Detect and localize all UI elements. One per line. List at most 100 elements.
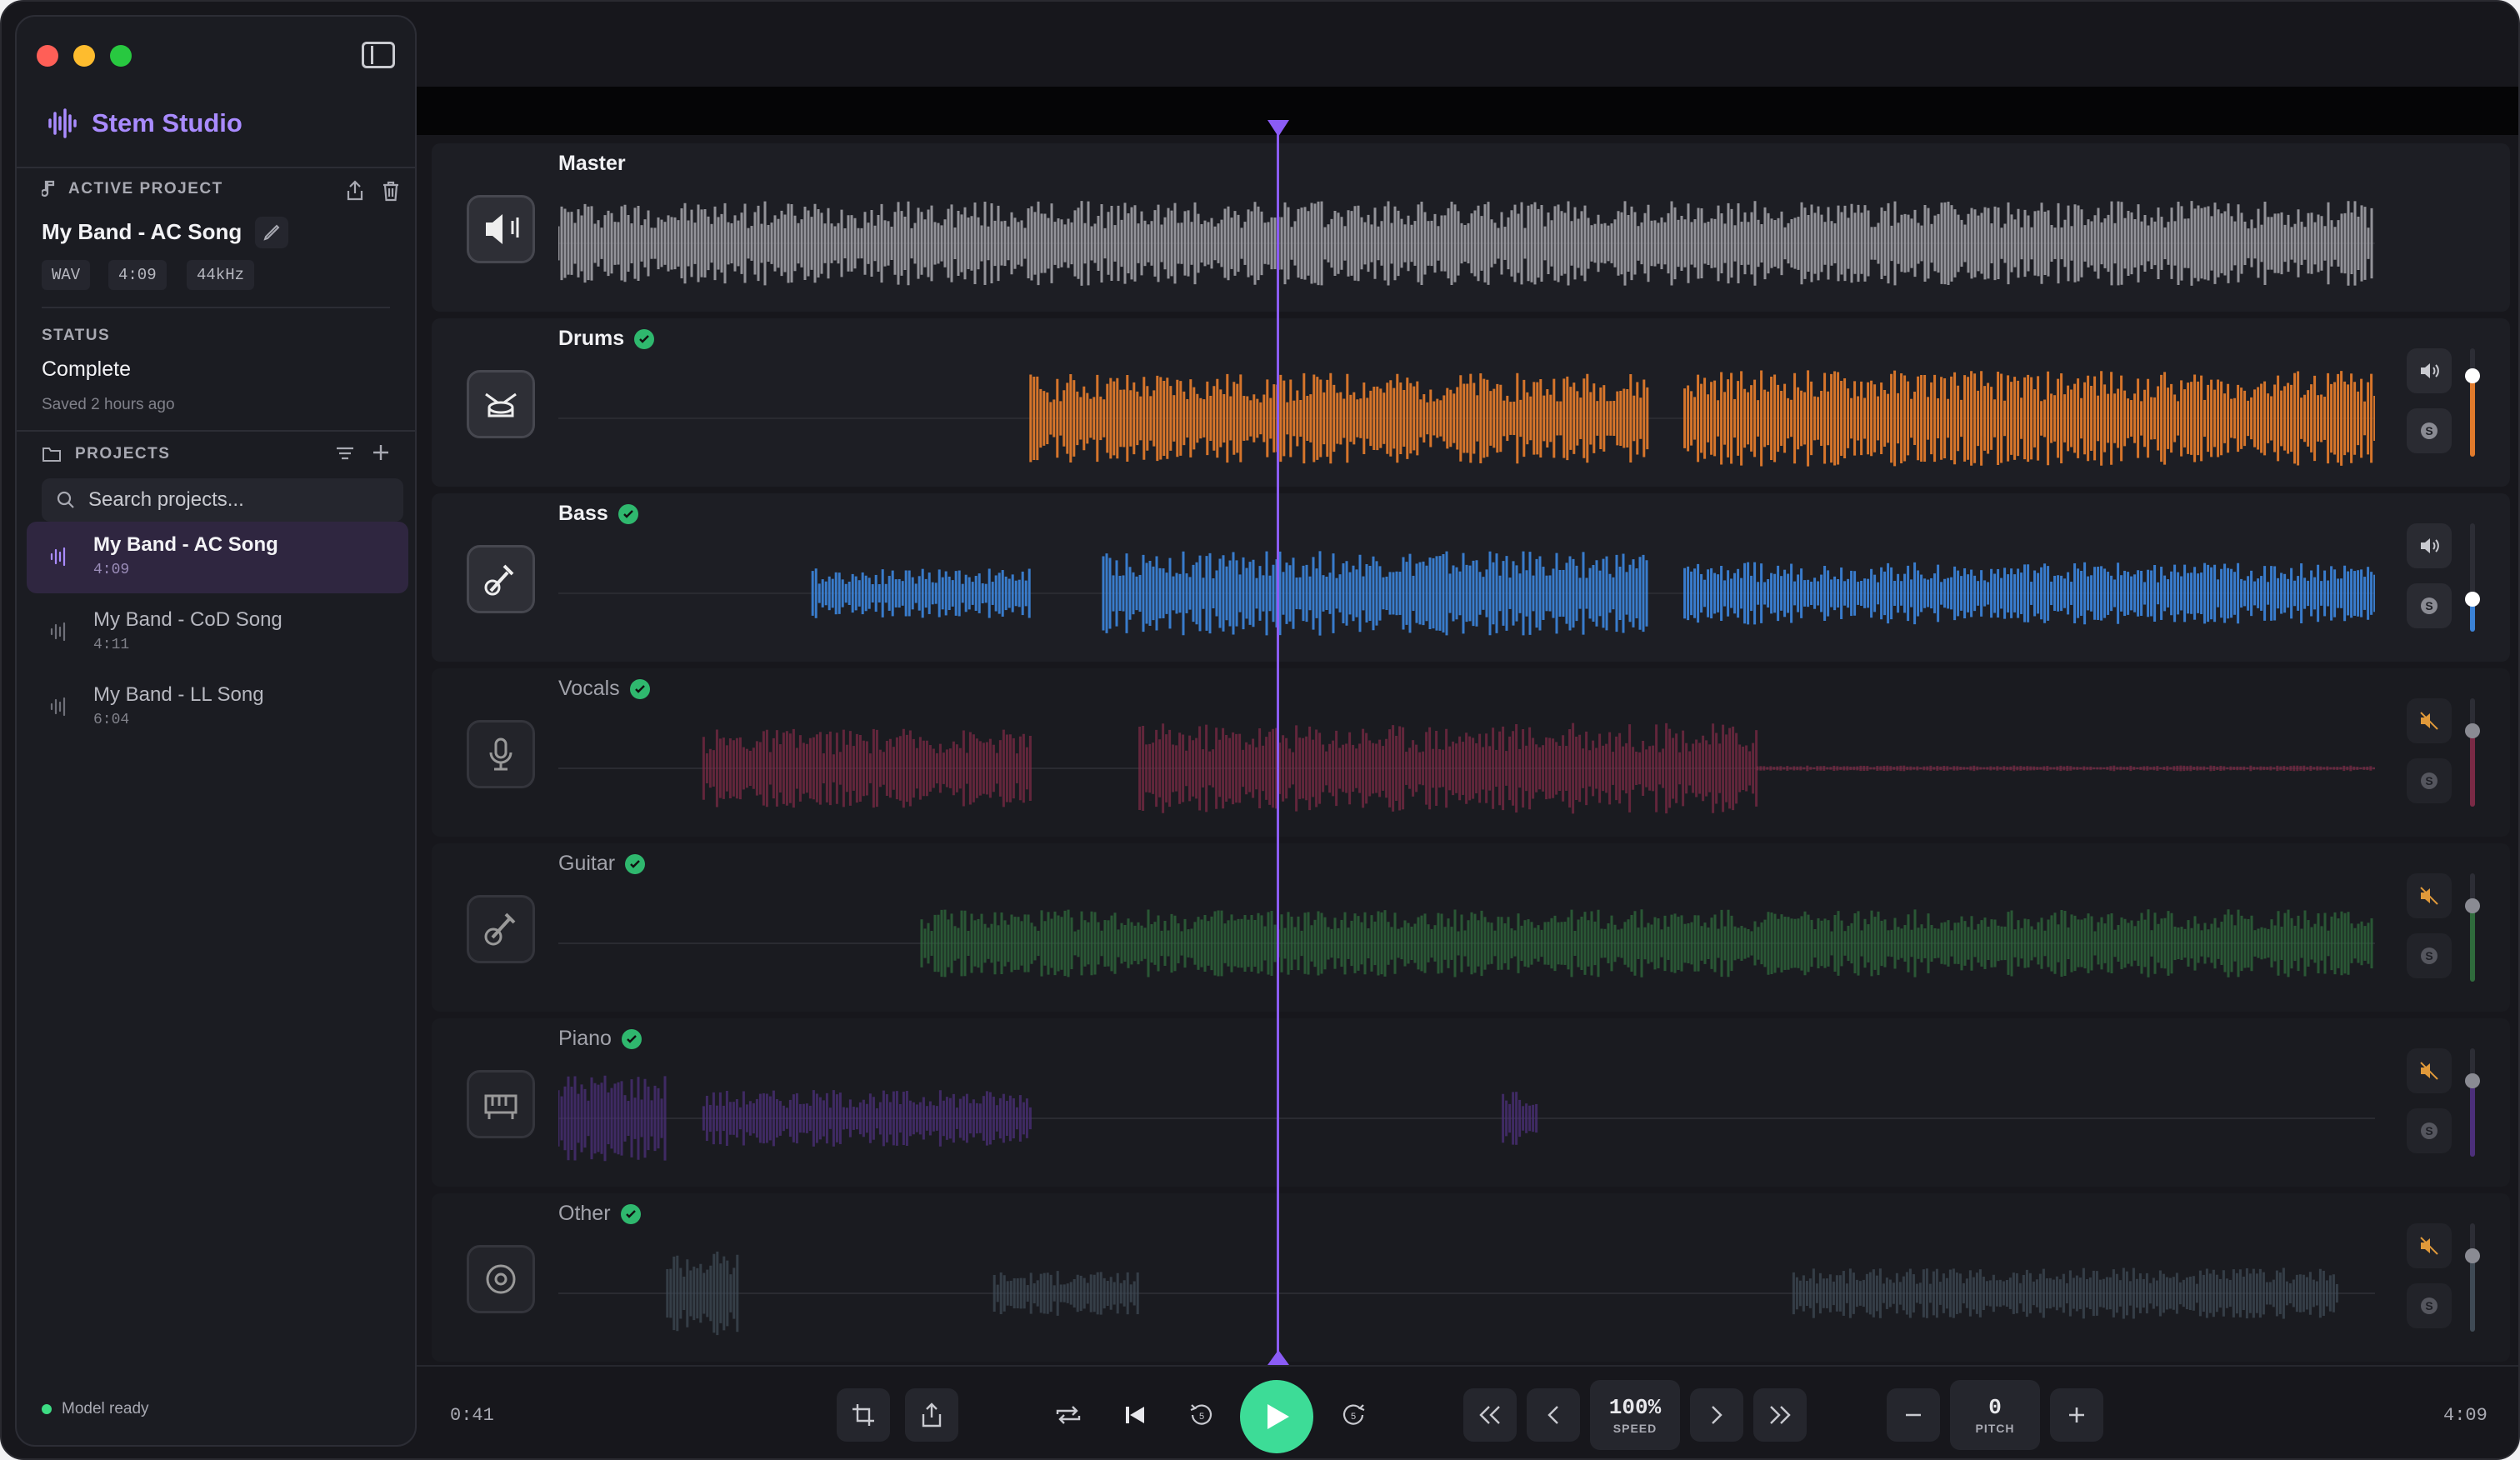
rename-project-button[interactable] bbox=[255, 217, 288, 248]
mute-button[interactable] bbox=[2407, 698, 2452, 743]
project-duration: 4:09 bbox=[93, 562, 130, 578]
waveform[interactable] bbox=[558, 362, 2375, 475]
speed-max-button[interactable] bbox=[1753, 1388, 1807, 1442]
track-icon-bass[interactable] bbox=[467, 545, 535, 613]
export-button[interactable] bbox=[905, 1388, 958, 1442]
share-icon bbox=[922, 1402, 942, 1428]
volume-fill bbox=[2470, 1081, 2475, 1157]
rewind-5s-button[interactable]: 5 bbox=[1175, 1388, 1228, 1442]
waveform[interactable] bbox=[558, 1237, 2375, 1350]
volume-knob[interactable] bbox=[2465, 898, 2480, 913]
project-item[interactable]: My Band - AC Song 4:09 bbox=[27, 522, 408, 593]
volume-slider[interactable] bbox=[2465, 1223, 2480, 1332]
track-other[interactable]: Other S bbox=[432, 1193, 2510, 1362]
track-bass[interactable]: Bass S bbox=[432, 493, 2510, 662]
pitch-up-button[interactable] bbox=[2050, 1388, 2103, 1442]
solo-button[interactable]: S bbox=[2407, 408, 2452, 453]
pitch-label: PITCH bbox=[1975, 1422, 2015, 1435]
solo-button[interactable]: S bbox=[2407, 583, 2452, 628]
speaker-muted-icon bbox=[2420, 887, 2438, 905]
svg-text:S: S bbox=[2425, 599, 2432, 612]
volume-fill bbox=[2470, 375, 2475, 457]
delete-project-button[interactable] bbox=[382, 180, 400, 206]
saved-timestamp: Saved 2 hours ago bbox=[42, 396, 175, 413]
track-vocals[interactable]: Vocals S bbox=[432, 668, 2510, 837]
track-name: Other bbox=[558, 1202, 641, 1226]
main-area: Master Drums S Bass S Vocals S Guitar S Piano S Oth… bbox=[417, 2, 2518, 1458]
format-chip: WAV bbox=[42, 260, 91, 290]
volume-slider[interactable] bbox=[2465, 348, 2480, 457]
speaker-icon bbox=[2421, 363, 2439, 378]
solo-icon: S bbox=[2421, 772, 2438, 789]
waveform[interactable] bbox=[558, 187, 2375, 300]
add-project-button[interactable] bbox=[372, 443, 390, 466]
volume-slider[interactable] bbox=[2465, 523, 2480, 632]
volume-knob[interactable] bbox=[2465, 1073, 2480, 1088]
waveform[interactable] bbox=[558, 537, 2375, 650]
loop-icon bbox=[1056, 1406, 1081, 1424]
track-piano[interactable]: Piano S bbox=[432, 1018, 2510, 1187]
crop-icon bbox=[852, 1404, 874, 1426]
project-item[interactable]: My Band - CoD Song 4:11 bbox=[27, 597, 408, 668]
track-icon-drums[interactable] bbox=[467, 370, 535, 438]
sidebar-toggle-icon[interactable] bbox=[362, 42, 395, 68]
divider bbox=[17, 430, 415, 432]
track-name-label: Vocals bbox=[558, 677, 620, 700]
track-guitar[interactable]: Guitar S bbox=[432, 843, 2510, 1012]
volume-knob[interactable] bbox=[2465, 368, 2480, 383]
speed-down-button[interactable] bbox=[1527, 1388, 1580, 1442]
waveform[interactable] bbox=[558, 1062, 2375, 1175]
mute-button[interactable] bbox=[2407, 1048, 2452, 1093]
volume-knob[interactable] bbox=[2465, 723, 2480, 738]
play-button[interactable] bbox=[1240, 1380, 1313, 1453]
mute-button[interactable] bbox=[2407, 523, 2452, 568]
minimize-window-button[interactable] bbox=[73, 45, 95, 67]
loop-button[interactable] bbox=[1042, 1388, 1095, 1442]
track-name: Drums bbox=[558, 327, 655, 351]
track-icon-master[interactable] bbox=[467, 195, 535, 263]
mute-button[interactable] bbox=[2407, 1223, 2452, 1268]
svg-text:5: 5 bbox=[1351, 1412, 1356, 1422]
timeline-ruler[interactable] bbox=[417, 87, 2518, 135]
crop-button[interactable] bbox=[837, 1388, 890, 1442]
volume-knob[interactable] bbox=[2465, 592, 2480, 607]
track-drums[interactable]: Drums S bbox=[432, 318, 2510, 487]
project-item[interactable]: My Band - LL Song 6:04 bbox=[27, 672, 408, 743]
solo-icon: S bbox=[2421, 1298, 2438, 1314]
waveform[interactable] bbox=[558, 712, 2375, 825]
sort-projects-button[interactable] bbox=[335, 445, 355, 466]
track-icon-other[interactable] bbox=[467, 1245, 535, 1313]
speaker-muted-icon bbox=[2420, 1062, 2438, 1080]
maximize-window-button[interactable] bbox=[110, 45, 132, 67]
track-master[interactable]: Master bbox=[432, 143, 2510, 312]
track-icon-guitar[interactable] bbox=[467, 895, 535, 963]
forward-5s-button[interactable]: 5 bbox=[1327, 1388, 1380, 1442]
solo-button[interactable]: S bbox=[2407, 758, 2452, 803]
speed-up-button[interactable] bbox=[1690, 1388, 1743, 1442]
complete-check-icon bbox=[618, 503, 638, 524]
solo-button[interactable]: S bbox=[2407, 1283, 2452, 1328]
search-projects-field[interactable] bbox=[42, 478, 403, 522]
waveform[interactable] bbox=[558, 887, 2375, 1000]
speed-min-button[interactable] bbox=[1463, 1388, 1517, 1442]
pitch-down-button[interactable] bbox=[1887, 1388, 1940, 1442]
skip-to-start-button[interactable] bbox=[1108, 1388, 1162, 1442]
playhead-handle-bottom-icon[interactable] bbox=[1268, 1350, 1289, 1365]
volume-knob[interactable] bbox=[2465, 1248, 2480, 1263]
close-window-button[interactable] bbox=[37, 45, 58, 67]
track-icon-vocals[interactable] bbox=[467, 720, 535, 788]
track-name-label: Drums bbox=[558, 327, 625, 350]
mute-button[interactable] bbox=[2407, 348, 2452, 393]
share-project-button[interactable] bbox=[345, 180, 365, 206]
volume-slider[interactable] bbox=[2465, 1048, 2480, 1157]
bass-icon bbox=[484, 564, 514, 596]
track-icon-piano[interactable] bbox=[467, 1070, 535, 1138]
search-input[interactable] bbox=[87, 488, 387, 512]
playhead[interactable] bbox=[1277, 123, 1279, 1363]
solo-button[interactable]: S bbox=[2407, 1108, 2452, 1153]
solo-button[interactable]: S bbox=[2407, 933, 2452, 978]
volume-slider[interactable] bbox=[2465, 873, 2480, 982]
playhead-handle-top-icon[interactable] bbox=[1268, 120, 1289, 137]
volume-slider[interactable] bbox=[2465, 698, 2480, 807]
mute-button[interactable] bbox=[2407, 873, 2452, 918]
